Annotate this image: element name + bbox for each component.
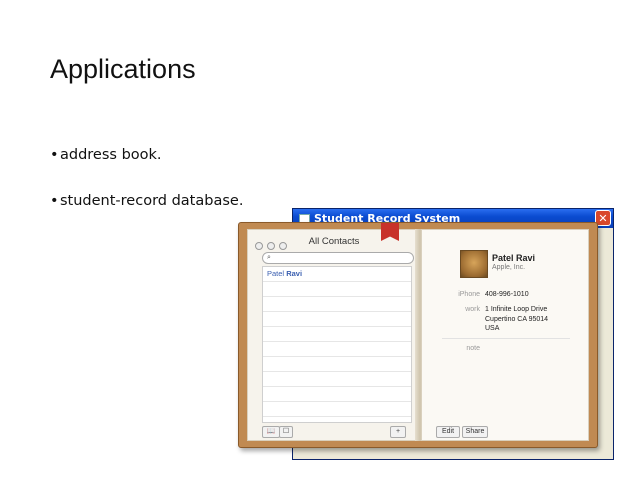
- address-book-window: All Contacts ⌕ Patel Ravi 📖 ☐ + Patel Ra…: [238, 222, 598, 448]
- work-label: work: [465, 306, 480, 313]
- search-input[interactable]: ⌕: [262, 252, 414, 264]
- avatar: [460, 250, 488, 278]
- list-item: [263, 297, 411, 312]
- phone-value[interactable]: 408-996-1010: [485, 290, 529, 300]
- edit-button[interactable]: Edit: [436, 426, 460, 438]
- contact-last-name: Ravi: [286, 269, 303, 278]
- contact-company: Apple, Inc.: [492, 264, 526, 271]
- work-address[interactable]: 1 Infinite Loop Drive Cupertino CA 95014…: [485, 305, 548, 334]
- list-item: [263, 402, 411, 417]
- phone-label: iPhone: [458, 291, 480, 298]
- divider: [442, 338, 570, 339]
- list-toolbar: 📖 ☐ +: [262, 426, 410, 438]
- note-label: note: [466, 345, 480, 352]
- list-item: [263, 372, 411, 387]
- bullet-text: address book.: [60, 147, 162, 163]
- share-button[interactable]: Share: [462, 426, 488, 438]
- address-line: Cupertino CA 95014: [485, 315, 549, 323]
- address-line: 1 Infinite Loop Drive: [485, 306, 548, 313]
- contact-name: Patel Ravi: [492, 253, 536, 263]
- search-icon: ⌕: [267, 254, 271, 261]
- contact-first-name: Patel: [267, 269, 285, 278]
- list-item: [263, 312, 411, 327]
- bullet-text: student-record database.: [60, 193, 244, 209]
- list-item: [263, 342, 411, 357]
- contact-card-page: Patel Ravi Apple, Inc. iPhone 408-996-10…: [421, 229, 589, 441]
- bullet-item: •address book.: [50, 147, 162, 163]
- list-item: [263, 357, 411, 372]
- list-item: [263, 282, 411, 297]
- card-view-button[interactable]: ☐: [279, 426, 293, 438]
- slide-title: Applications: [50, 54, 196, 84]
- contacts-list: Patel Ravi: [262, 266, 412, 423]
- groups-view-button[interactable]: 📖: [262, 426, 280, 438]
- list-item[interactable]: Patel Ravi: [263, 267, 411, 282]
- contacts-list-page: All Contacts ⌕ Patel Ravi 📖 ☐ +: [247, 229, 419, 441]
- add-contact-button[interactable]: +: [390, 426, 406, 438]
- list-item: [263, 387, 411, 402]
- address-line: USA: [485, 325, 500, 332]
- bullet-item: •student-record database.: [50, 193, 244, 209]
- list-item: [263, 327, 411, 342]
